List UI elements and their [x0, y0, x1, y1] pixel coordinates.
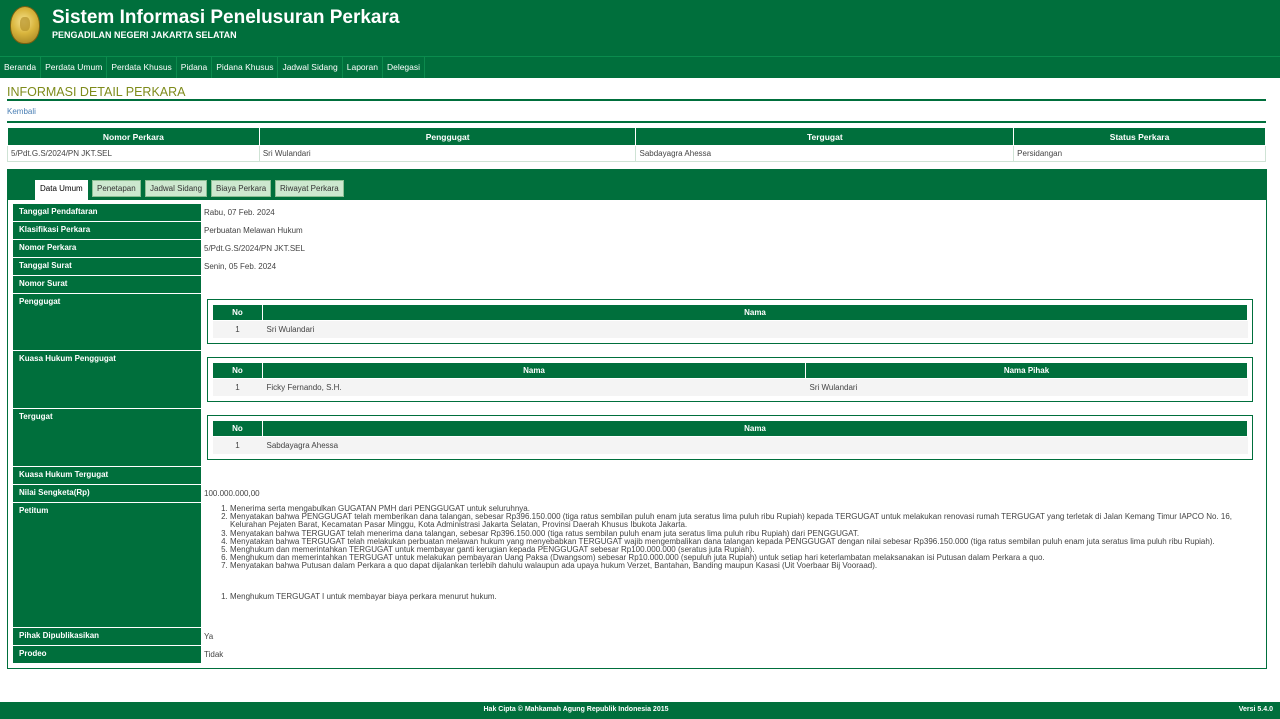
column-header: Nama — [262, 420, 1248, 437]
divider — [7, 99, 1266, 101]
nav-pidana[interactable]: Pidana — [177, 57, 213, 78]
nav-beranda[interactable]: Beranda — [0, 57, 42, 78]
column-header: No — [212, 362, 263, 379]
app-subtitle: PENGADILAN NEGERI JAKARTA SELATAN — [52, 30, 237, 40]
footer-copyright: Hak Cipta © Mahkamah Agung Republik Indo… — [483, 706, 669, 713]
case-detail-panel: Data Umum Penetapan Jadwal Sidang Biaya … — [7, 169, 1267, 669]
label-petitum: Petitum — [13, 503, 201, 627]
app-title: Sistem Informasi Penelusuran Perkara — [52, 7, 400, 28]
kuasa-penggugat-table: No Nama Nama Pihak 1 Ficky Fernando, S.H… — [212, 362, 1248, 396]
divider — [7, 121, 1266, 123]
label-tergugat: Tergugat — [13, 409, 201, 466]
column-header: Nama Pihak — [805, 362, 1248, 379]
cell-nomor-perkara: 5/Pdt.G.S/2024/PN JKT.SEL — [7, 145, 260, 162]
cell-nama-pihak: Sri Wulandari — [805, 378, 1248, 396]
tab-data-umum[interactable]: Data Umum — [35, 180, 88, 200]
tab-riwayat-perkara[interactable]: Riwayat Perkara — [275, 180, 344, 197]
label-kuasa-tergugat: Kuasa Hukum Tergugat — [13, 467, 201, 484]
label-tanggal-surat: Tanggal Surat — [13, 258, 201, 275]
label-klasifikasi: Klasifikasi Perkara — [13, 222, 201, 239]
column-header: No — [212, 304, 263, 321]
tab-jadwal-sidang[interactable]: Jadwal Sidang — [145, 180, 208, 197]
petitum-list: Menerima serta mengabulkan GUGATAN PMH d… — [204, 504, 1249, 571]
value-tanggal-pendaftaran: Rabu, 07 Feb. 2024 — [204, 208, 275, 217]
nav-delegasi[interactable]: Delegasi — [383, 57, 426, 78]
value-nilai-sengketa: 100.000.000,00 — [204, 489, 260, 498]
cell-no: 1 — [212, 320, 263, 338]
main-nav: Beranda Perdata Umum Perdata Khusus Pida… — [0, 56, 1280, 78]
penggugat-table: No Nama 1 Sri Wulandari — [212, 304, 1248, 338]
cell-nama: Sabdayagra Ahessa — [262, 436, 1248, 454]
table-row: 1 Sri Wulandari — [212, 320, 1248, 338]
column-header: Nama — [262, 304, 1248, 321]
column-header: Tergugat — [635, 127, 1015, 146]
cell-nama: Ficky Fernando, S.H. — [262, 378, 806, 396]
nav-perdata-umum[interactable]: Perdata Umum — [41, 57, 108, 78]
column-header: No — [212, 420, 263, 437]
column-header: Nama — [262, 362, 806, 379]
column-header: Nomor Perkara — [7, 127, 260, 146]
label-penggugat: Penggugat — [13, 294, 201, 350]
cell-status: Persidangan — [1013, 145, 1266, 162]
value-prodeo: Tidak — [204, 650, 224, 659]
nav-perdata-khusus[interactable]: Perdata Khusus — [107, 57, 177, 78]
list-item: Menyatakan bahwa Putusan dalam Perkara a… — [230, 562, 1249, 570]
label-pihak-dipublikasikan: Pihak Dipublikasikan — [13, 628, 201, 645]
nav-laporan[interactable]: Laporan — [343, 57, 383, 78]
petitum-list-extra: Menghukum TERGUGAT I untuk membayar biay… — [204, 592, 1249, 601]
label-kuasa-penggugat: Kuasa Hukum Penggugat — [13, 351, 201, 408]
tab-biaya-perkara[interactable]: Biaya Perkara — [211, 180, 272, 197]
kuasa-penggugat-panel: No Nama Nama Pihak 1 Ficky Fernando, S.H… — [207, 357, 1253, 402]
back-link[interactable]: Kembali — [7, 107, 36, 116]
value-pihak-dipublikasikan: Ya — [204, 632, 214, 641]
page-title: INFORMASI DETAIL PERKARA — [7, 85, 186, 99]
value-tanggal-surat: Senin, 05 Feb. 2024 — [204, 262, 277, 271]
petitum-text: Menerima serta mengabulkan GUGATAN PMH d… — [204, 504, 1249, 601]
cell-penggugat: Sri Wulandari — [258, 145, 637, 162]
table-row: 1 Sabdayagra Ahessa — [212, 436, 1248, 454]
label-prodeo: Prodeo — [13, 646, 201, 663]
tergugat-table: No Nama 1 Sabdayagra Ahessa — [212, 420, 1248, 454]
tergugat-panel: No Nama 1 Sabdayagra Ahessa — [207, 415, 1253, 460]
court-emblem-icon — [10, 6, 40, 44]
list-item: Menyatakan bahwa PENGGUGAT telah memberi… — [230, 512, 1249, 529]
nav-pidana-khusus[interactable]: Pidana Khusus — [212, 57, 279, 78]
cell-no: 1 — [212, 436, 263, 454]
value-nomor-perkara: 5/Pdt.G.S/2024/PN JKT.SEL — [204, 244, 305, 253]
column-header: Penggugat — [258, 127, 637, 146]
cell-no: 1 — [212, 378, 263, 396]
app-header: Sistem Informasi Penelusuran Perkara PEN… — [0, 0, 1280, 56]
nav-jadwal-sidang[interactable]: Jadwal Sidang — [278, 57, 343, 78]
value-klasifikasi: Perbuatan Melawan Hukum — [204, 226, 303, 235]
label-nomor-perkara: Nomor Perkara — [13, 240, 201, 257]
footer-version: Versi 5.4.0 — [1238, 706, 1273, 713]
table-row: 1 Ficky Fernando, S.H. Sri Wulandari — [212, 378, 1248, 396]
case-summary-table: Nomor Perkara Penggugat Tergugat Status … — [7, 127, 1266, 162]
column-header: Status Perkara — [1013, 127, 1266, 146]
label-tanggal-pendaftaran: Tanggal Pendaftaran — [13, 204, 201, 221]
cell-nama: Sri Wulandari — [262, 320, 1248, 338]
footer: Hak Cipta © Mahkamah Agung Republik Indo… — [0, 702, 1280, 719]
tab-penetapan[interactable]: Penetapan — [92, 180, 141, 197]
tab-bar: Data Umum Penetapan Jadwal Sidang Biaya … — [8, 170, 1266, 200]
table-row: 5/Pdt.G.S/2024/PN JKT.SEL Sri Wulandari … — [7, 145, 1266, 162]
label-nilai-sengketa: Nilai Sengketa(Rp) — [13, 485, 201, 502]
list-item: Menghukum TERGUGAT I untuk membayar biay… — [230, 592, 1249, 601]
cell-tergugat: Sabdayagra Ahessa — [635, 145, 1015, 162]
penggugat-panel: No Nama 1 Sri Wulandari — [207, 299, 1253, 344]
label-nomor-surat: Nomor Surat — [13, 276, 201, 293]
